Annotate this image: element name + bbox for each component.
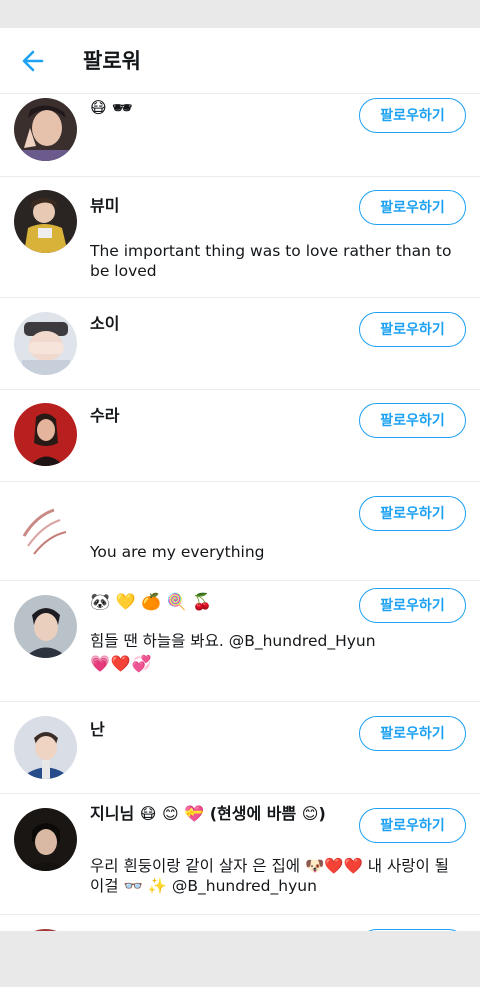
follower-row[interactable]: 뷰미 The important thing was to love rathe… bbox=[0, 177, 480, 298]
user-name: 😷 🕶 bbox=[90, 98, 133, 117]
avatar[interactable] bbox=[14, 98, 77, 161]
follower-row[interactable]: 수라 팔로우하기 bbox=[0, 390, 480, 482]
follower-row[interactable]: 지니님 😷 😊 💝 (현생에 바쁨 😊) 우리 흰둥이랑 같이 살자 은 집에 … bbox=[0, 794, 480, 915]
follower-row[interactable]: 소이 팔로우하기 bbox=[0, 298, 480, 390]
user-name: 🐼 💛 🍊 🍭 🍒 bbox=[90, 592, 212, 611]
follow-button[interactable]: 팔로우하기 bbox=[359, 403, 466, 438]
status-bar bbox=[0, 0, 480, 28]
user-bio: You are my everything bbox=[90, 543, 265, 561]
avatar[interactable] bbox=[14, 403, 77, 466]
avatar[interactable] bbox=[14, 496, 77, 559]
user-name: 소이 bbox=[90, 314, 120, 333]
follow-button[interactable]: 팔로우하기 bbox=[359, 588, 466, 623]
follower-list[interactable]: 😷 🕶 팔로우하기 뷰미 The important thing was to … bbox=[0, 94, 480, 931]
follower-row[interactable] bbox=[0, 915, 480, 931]
follower-row[interactable]: 🐼 💛 🍊 🍭 🍒 힘들 땐 하늘을 봐요. @B_hundred_Hyun 💗… bbox=[0, 581, 480, 702]
user-bio: 힘들 땐 하늘을 봐요. @B_hundred_Hyun bbox=[90, 632, 376, 650]
app-bar: 팔로워 bbox=[0, 28, 480, 94]
follow-button[interactable]: 팔로우하기 bbox=[359, 716, 466, 751]
user-name: 지니님 😷 😊 💝 (현생에 바쁨 😊) bbox=[90, 804, 326, 823]
follow-button[interactable]: 팔로우하기 bbox=[359, 98, 466, 133]
follow-button[interactable]: 팔로우하기 bbox=[359, 312, 466, 347]
avatar[interactable] bbox=[14, 595, 77, 658]
follow-button[interactable]: 팔로우하기 bbox=[359, 190, 466, 225]
follow-button[interactable]: 팔로우하기 bbox=[359, 808, 466, 843]
follow-button[interactable]: 팔로우하기 bbox=[359, 496, 466, 531]
user-name: 수라 bbox=[90, 406, 120, 425]
bottom-area bbox=[0, 931, 480, 987]
avatar[interactable] bbox=[14, 808, 77, 871]
avatar[interactable] bbox=[14, 190, 77, 253]
follower-row[interactable]: 😷 🕶 팔로우하기 bbox=[0, 94, 480, 177]
user-name: 뷰미 bbox=[90, 196, 120, 215]
user-bio: The important thing was to love rather t… bbox=[90, 242, 452, 280]
back-arrow-icon[interactable] bbox=[16, 46, 50, 76]
follower-row[interactable]: 난 팔로우하기 bbox=[0, 702, 480, 794]
user-name: 난 bbox=[90, 720, 105, 739]
bio-hearts: 💗❤️💞 bbox=[90, 654, 153, 673]
page-title: 팔로워 bbox=[83, 49, 141, 73]
user-bio: 우리 흰둥이랑 같이 살자 은 집에 🐶❤️❤️ 내 사랑이 될 이걸 👓 ✨ … bbox=[90, 857, 449, 895]
avatar[interactable] bbox=[14, 312, 77, 375]
avatar[interactable] bbox=[14, 716, 77, 779]
follower-row[interactable]: You are my everything 팔로우하기 bbox=[0, 482, 480, 581]
